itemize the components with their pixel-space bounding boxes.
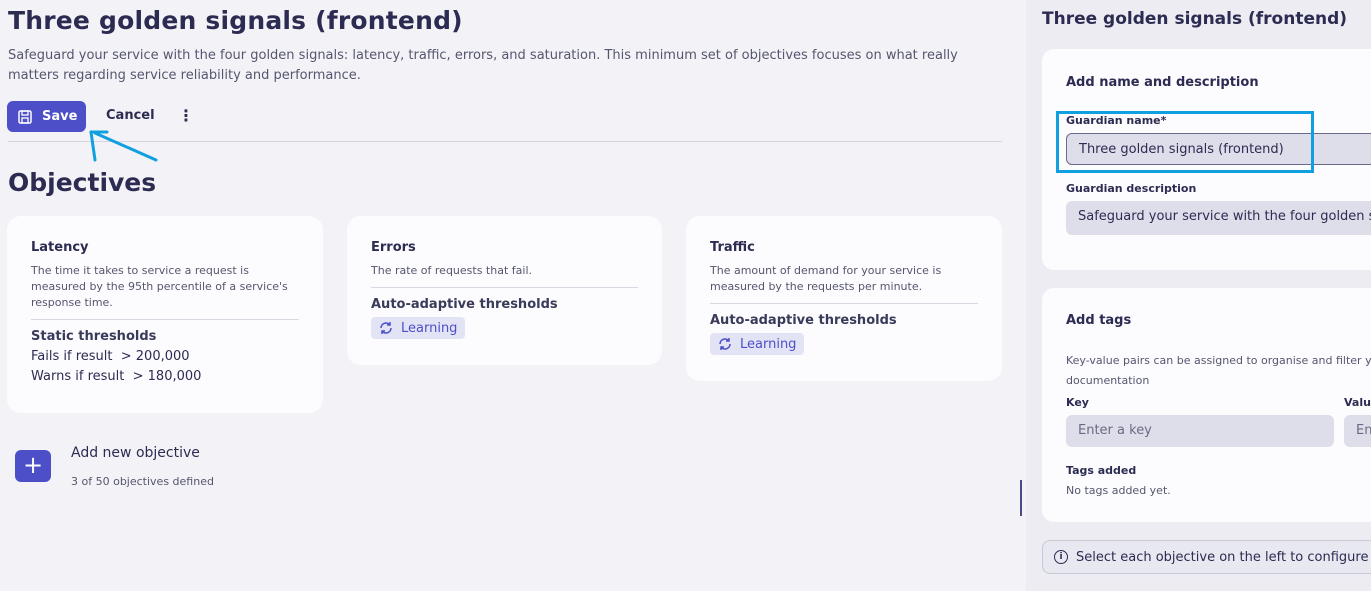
tag-value-label: Value bbox=[1344, 396, 1371, 409]
objective-title: Errors bbox=[371, 240, 416, 255]
tag-value-input[interactable]: Enter a value bbox=[1344, 415, 1371, 447]
save-icon bbox=[18, 109, 32, 124]
objectives-count: 3 of 50 objectives defined bbox=[71, 475, 214, 488]
card-divider bbox=[31, 319, 299, 320]
page-title: Three golden signals (frontend) bbox=[8, 6, 463, 35]
tags-added-label: Tags added bbox=[1066, 464, 1137, 477]
objective-card-traffic[interactable]: Traffic The amount of demand for your se… bbox=[686, 216, 1002, 381]
cancel-button[interactable]: Cancel bbox=[106, 108, 155, 123]
annotation-highlight-box bbox=[1056, 111, 1314, 173]
side-panel: Three golden signals (frontend) Add name… bbox=[1026, 0, 1371, 591]
refresh-icon bbox=[719, 338, 731, 350]
fails-label: Fails if result bbox=[31, 349, 113, 364]
refresh-icon bbox=[380, 322, 392, 334]
learning-badge: Learning bbox=[371, 317, 466, 339]
fails-value: > 200,000 bbox=[120, 349, 190, 364]
info-icon: i bbox=[1054, 550, 1068, 564]
tags-help-text-line2: documentation bbox=[1066, 374, 1150, 387]
info-text: Select each objective on the left to con… bbox=[1076, 549, 1371, 565]
objective-title: Traffic bbox=[710, 240, 755, 255]
info-message: i Select each objective on the left to c… bbox=[1042, 540, 1371, 574]
resize-handle[interactable] bbox=[1020, 480, 1022, 516]
threshold-type: Auto-adaptive thresholds bbox=[710, 313, 897, 328]
tags-section-heading: Add tags bbox=[1066, 313, 1132, 328]
badge-label: Learning bbox=[401, 320, 458, 336]
tags-added-text: No tags added yet. bbox=[1066, 484, 1171, 497]
learning-badge: Learning bbox=[710, 333, 805, 355]
objective-description: The amount of demand for your service is… bbox=[710, 264, 942, 293]
tags-help-text-line1: Key-value pairs can be assigned to organ… bbox=[1066, 354, 1371, 367]
fails-threshold: Fails if result > 200,000 bbox=[31, 347, 299, 367]
main-content: Three golden signals (frontend) Safeguar… bbox=[0, 0, 1022, 591]
save-button-label: Save bbox=[42, 109, 78, 124]
objective-description: The time it takes to service a request i… bbox=[31, 264, 288, 309]
objective-card-errors[interactable]: Errors The rate of requests that fail. A… bbox=[347, 216, 662, 365]
plus-icon: + bbox=[22, 451, 44, 479]
warns-value: > 180,000 bbox=[132, 369, 202, 384]
guardian-description-label: Guardian description bbox=[1066, 182, 1197, 195]
guardian-description-field[interactable]: Safeguard your service with the four gol… bbox=[1066, 201, 1371, 235]
warns-label: Warns if result bbox=[31, 369, 125, 384]
threshold-type: Static thresholds bbox=[31, 329, 157, 344]
add-objective-label[interactable]: Add new objective bbox=[71, 445, 200, 461]
name-section-heading: Add name and description bbox=[1066, 75, 1259, 90]
threshold-type: Auto-adaptive thresholds bbox=[371, 297, 558, 312]
more-options-icon[interactable]: ⋮ bbox=[178, 107, 194, 125]
objective-title: Latency bbox=[31, 240, 89, 255]
card-divider bbox=[371, 287, 638, 288]
annotation-arrow-icon bbox=[89, 130, 158, 162]
objectives-heading: Objectives bbox=[8, 168, 157, 197]
tag-key-input[interactable]: Enter a key bbox=[1066, 415, 1334, 447]
card-divider bbox=[710, 303, 978, 304]
add-objective-button[interactable]: + bbox=[15, 450, 51, 482]
tag-key-label: Key bbox=[1066, 396, 1089, 409]
badge-label: Learning bbox=[740, 336, 797, 352]
objective-description: The rate of requests that fail. bbox=[371, 264, 532, 277]
page-description: Safeguard your service with the four gol… bbox=[8, 48, 958, 83]
side-panel-title: Three golden signals (frontend) bbox=[1042, 9, 1348, 29]
save-button[interactable]: Save bbox=[7, 101, 86, 132]
tags-panel: Add tags Key-value pairs can be assigned… bbox=[1042, 288, 1371, 522]
warns-threshold: Warns if result > 180,000 bbox=[31, 367, 299, 387]
objective-card-latency[interactable]: Latency The time it takes to service a r… bbox=[7, 216, 323, 413]
